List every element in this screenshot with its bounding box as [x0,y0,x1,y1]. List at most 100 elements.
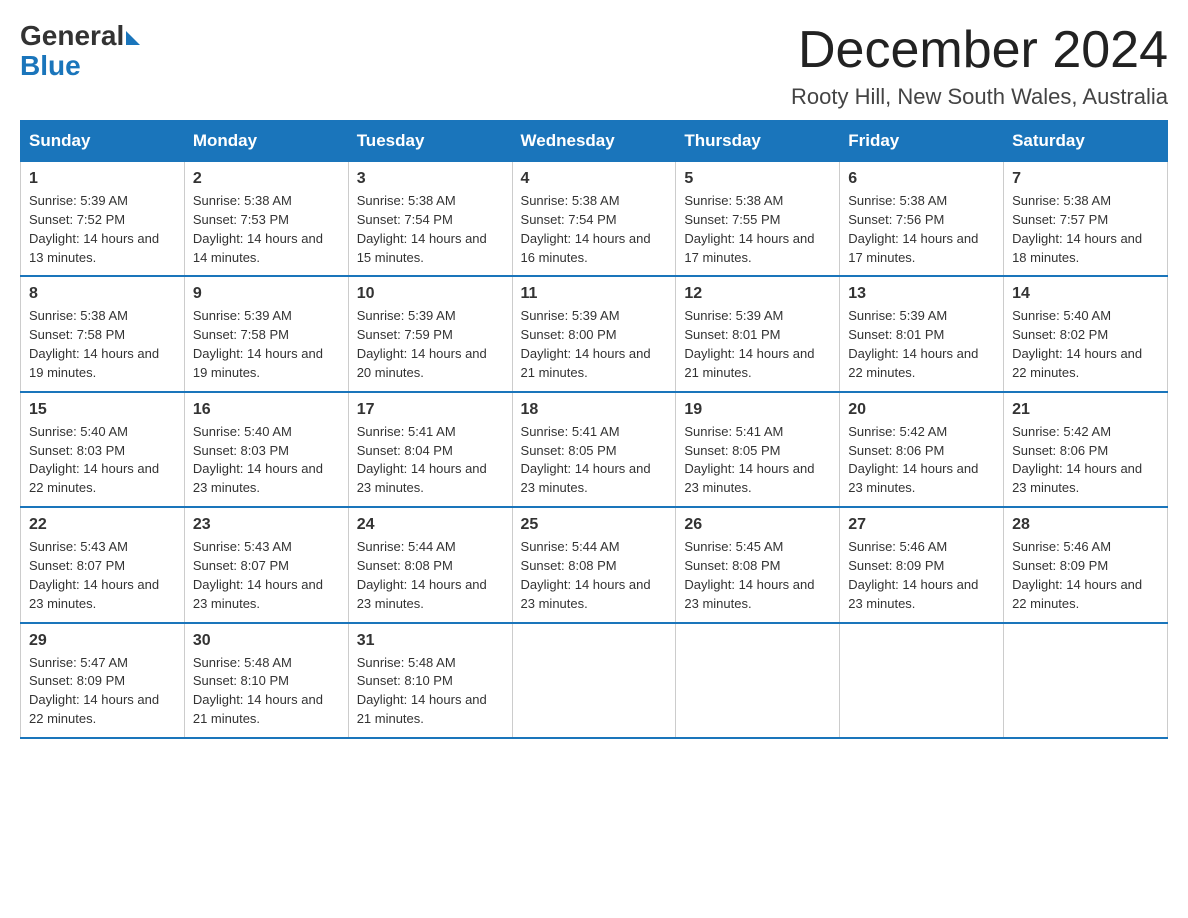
day-number: 8 [29,285,176,303]
header-day-wednesday: Wednesday [512,121,676,162]
header-row: SundayMondayTuesdayWednesdayThursdayFrid… [21,121,1168,162]
day-number: 13 [848,285,995,303]
calendar-cell: 1 Sunrise: 5:39 AMSunset: 7:52 PMDayligh… [21,162,185,277]
calendar-cell: 12 Sunrise: 5:39 AMSunset: 8:01 PMDaylig… [676,276,840,391]
header-day-monday: Monday [184,121,348,162]
calendar-cell: 29 Sunrise: 5:47 AMSunset: 8:09 PMDaylig… [21,623,185,738]
calendar-cell: 27 Sunrise: 5:46 AMSunset: 8:09 PMDaylig… [840,507,1004,622]
calendar-cell [512,623,676,738]
calendar-cell: 3 Sunrise: 5:38 AMSunset: 7:54 PMDayligh… [348,162,512,277]
day-info: Sunrise: 5:45 AMSunset: 8:08 PMDaylight:… [684,538,831,613]
day-number: 22 [29,516,176,534]
day-info: Sunrise: 5:41 AMSunset: 8:04 PMDaylight:… [357,423,504,498]
calendar-header: SundayMondayTuesdayWednesdayThursdayFrid… [21,121,1168,162]
day-number: 30 [193,632,340,650]
day-info: Sunrise: 5:38 AMSunset: 7:55 PMDaylight:… [684,192,831,267]
day-info: Sunrise: 5:39 AMSunset: 7:52 PMDaylight:… [29,192,176,267]
day-info: Sunrise: 5:42 AMSunset: 8:06 PMDaylight:… [848,423,995,498]
calendar-cell: 9 Sunrise: 5:39 AMSunset: 7:58 PMDayligh… [184,276,348,391]
day-number: 1 [29,170,176,188]
day-number: 2 [193,170,340,188]
day-info: Sunrise: 5:39 AMSunset: 8:00 PMDaylight:… [521,307,668,382]
day-info: Sunrise: 5:42 AMSunset: 8:06 PMDaylight:… [1012,423,1159,498]
calendar-week-2: 8 Sunrise: 5:38 AMSunset: 7:58 PMDayligh… [21,276,1168,391]
day-number: 17 [357,401,504,419]
day-info: Sunrise: 5:39 AMSunset: 8:01 PMDaylight:… [848,307,995,382]
calendar-week-1: 1 Sunrise: 5:39 AMSunset: 7:52 PMDayligh… [21,162,1168,277]
day-number: 5 [684,170,831,188]
calendar-cell: 30 Sunrise: 5:48 AMSunset: 8:10 PMDaylig… [184,623,348,738]
day-info: Sunrise: 5:46 AMSunset: 8:09 PMDaylight:… [1012,538,1159,613]
calendar-cell [676,623,840,738]
day-number: 19 [684,401,831,419]
day-info: Sunrise: 5:46 AMSunset: 8:09 PMDaylight:… [848,538,995,613]
day-number: 3 [357,170,504,188]
calendar-cell: 5 Sunrise: 5:38 AMSunset: 7:55 PMDayligh… [676,162,840,277]
calendar-cell: 20 Sunrise: 5:42 AMSunset: 8:06 PMDaylig… [840,392,1004,507]
day-info: Sunrise: 5:41 AMSunset: 8:05 PMDaylight:… [684,423,831,498]
day-info: Sunrise: 5:39 AMSunset: 8:01 PMDaylight:… [684,307,831,382]
calendar-cell: 4 Sunrise: 5:38 AMSunset: 7:54 PMDayligh… [512,162,676,277]
day-number: 20 [848,401,995,419]
day-info: Sunrise: 5:48 AMSunset: 8:10 PMDaylight:… [193,654,340,729]
day-info: Sunrise: 5:39 AMSunset: 7:59 PMDaylight:… [357,307,504,382]
page-header: General Blue December 2024 Rooty Hill, N… [20,20,1168,110]
calendar-cell: 31 Sunrise: 5:48 AMSunset: 8:10 PMDaylig… [348,623,512,738]
calendar-cell: 28 Sunrise: 5:46 AMSunset: 8:09 PMDaylig… [1004,507,1168,622]
day-info: Sunrise: 5:48 AMSunset: 8:10 PMDaylight:… [357,654,504,729]
day-number: 15 [29,401,176,419]
calendar-cell: 24 Sunrise: 5:44 AMSunset: 8:08 PMDaylig… [348,507,512,622]
calendar-cell: 18 Sunrise: 5:41 AMSunset: 8:05 PMDaylig… [512,392,676,507]
day-number: 9 [193,285,340,303]
header-day-sunday: Sunday [21,121,185,162]
header-day-thursday: Thursday [676,121,840,162]
day-info: Sunrise: 5:38 AMSunset: 7:54 PMDaylight:… [521,192,668,267]
day-info: Sunrise: 5:38 AMSunset: 7:58 PMDaylight:… [29,307,176,382]
calendar-cell [840,623,1004,738]
day-info: Sunrise: 5:39 AMSunset: 7:58 PMDaylight:… [193,307,340,382]
logo-general: General [20,20,124,52]
day-number: 7 [1012,170,1159,188]
calendar-cell: 11 Sunrise: 5:39 AMSunset: 8:00 PMDaylig… [512,276,676,391]
calendar-cell: 25 Sunrise: 5:44 AMSunset: 8:08 PMDaylig… [512,507,676,622]
day-info: Sunrise: 5:38 AMSunset: 7:56 PMDaylight:… [848,192,995,267]
header-day-saturday: Saturday [1004,121,1168,162]
header-day-tuesday: Tuesday [348,121,512,162]
day-number: 23 [193,516,340,534]
header-day-friday: Friday [840,121,1004,162]
day-info: Sunrise: 5:44 AMSunset: 8:08 PMDaylight:… [357,538,504,613]
day-info: Sunrise: 5:40 AMSunset: 8:03 PMDaylight:… [193,423,340,498]
calendar-week-4: 22 Sunrise: 5:43 AMSunset: 8:07 PMDaylig… [21,507,1168,622]
day-number: 10 [357,285,504,303]
calendar-cell [1004,623,1168,738]
month-title: December 2024 [791,20,1168,80]
day-number: 11 [521,285,668,303]
calendar-cell: 26 Sunrise: 5:45 AMSunset: 8:08 PMDaylig… [676,507,840,622]
calendar-cell: 22 Sunrise: 5:43 AMSunset: 8:07 PMDaylig… [21,507,185,622]
calendar-cell: 21 Sunrise: 5:42 AMSunset: 8:06 PMDaylig… [1004,392,1168,507]
location-title: Rooty Hill, New South Wales, Australia [791,84,1168,110]
day-info: Sunrise: 5:41 AMSunset: 8:05 PMDaylight:… [521,423,668,498]
calendar-cell: 7 Sunrise: 5:38 AMSunset: 7:57 PMDayligh… [1004,162,1168,277]
logo-blue: Blue [20,50,81,82]
day-info: Sunrise: 5:43 AMSunset: 8:07 PMDaylight:… [193,538,340,613]
calendar-cell: 17 Sunrise: 5:41 AMSunset: 8:04 PMDaylig… [348,392,512,507]
calendar-cell: 14 Sunrise: 5:40 AMSunset: 8:02 PMDaylig… [1004,276,1168,391]
day-number: 4 [521,170,668,188]
day-number: 25 [521,516,668,534]
calendar-cell: 15 Sunrise: 5:40 AMSunset: 8:03 PMDaylig… [21,392,185,507]
day-info: Sunrise: 5:43 AMSunset: 8:07 PMDaylight:… [29,538,176,613]
day-number: 16 [193,401,340,419]
logo-arrow-icon [126,31,140,45]
day-number: 29 [29,632,176,650]
calendar-cell: 19 Sunrise: 5:41 AMSunset: 8:05 PMDaylig… [676,392,840,507]
day-number: 26 [684,516,831,534]
day-number: 31 [357,632,504,650]
day-number: 18 [521,401,668,419]
calendar-table: SundayMondayTuesdayWednesdayThursdayFrid… [20,120,1168,739]
day-info: Sunrise: 5:38 AMSunset: 7:53 PMDaylight:… [193,192,340,267]
day-info: Sunrise: 5:38 AMSunset: 7:54 PMDaylight:… [357,192,504,267]
calendar-cell: 16 Sunrise: 5:40 AMSunset: 8:03 PMDaylig… [184,392,348,507]
day-number: 12 [684,285,831,303]
day-number: 21 [1012,401,1159,419]
